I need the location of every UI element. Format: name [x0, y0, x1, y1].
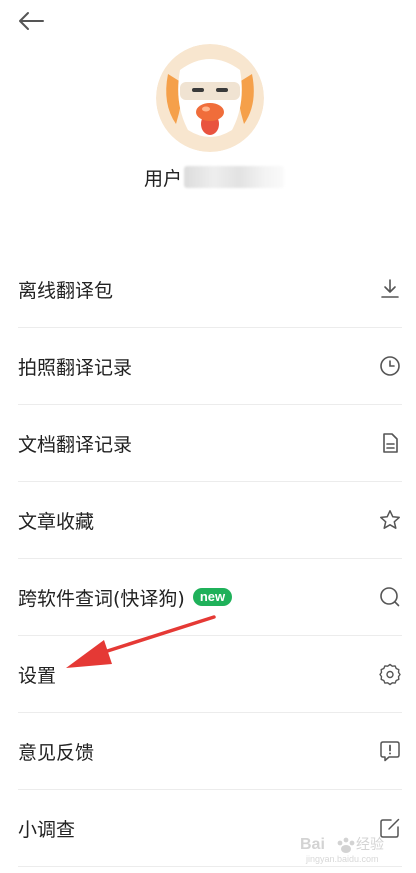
menu-item-label: 离线翻译包	[18, 279, 114, 302]
menu-item-settings[interactable]: 设置	[18, 636, 402, 713]
search-icon	[380, 587, 400, 607]
avatar[interactable]	[156, 44, 264, 152]
menu-list: 离线翻译包 拍照翻译记录 文档翻译记录 文章收藏 跨软件查词(快译狗) new	[0, 250, 416, 867]
menu-item-label: 拍照翻译记录	[18, 356, 133, 379]
username: 用户	[144, 167, 183, 190]
profile-section: 用户	[0, 40, 416, 200]
menu-item-label: 文档翻译记录	[18, 433, 133, 456]
menu-item-label: 文章收藏	[18, 510, 95, 533]
star-icon	[380, 510, 400, 529]
menu-item-survey[interactable]: 小调查	[18, 790, 402, 867]
edit-icon	[380, 818, 400, 838]
settings-icon	[379, 663, 401, 686]
download-icon	[381, 279, 399, 298]
document-icon	[383, 433, 398, 453]
menu-item-label: 意见反馈	[18, 741, 95, 764]
menu-item-label: 小调查	[18, 818, 76, 841]
menu-item-offline-packages[interactable]: 离线翻译包	[18, 250, 402, 328]
arrow-left-icon	[19, 12, 44, 30]
menu-item-article-favorites[interactable]: 文章收藏	[18, 482, 402, 559]
menu-item-label: 设置	[18, 664, 57, 687]
menu-item-feedback[interactable]: 意见反馈	[18, 713, 402, 790]
menu-item-photo-history[interactable]: 拍照翻译记录	[18, 328, 402, 405]
menu-item-label: 跨软件查词(快译狗)	[18, 587, 185, 610]
clock-icon	[380, 356, 400, 376]
feedback-icon	[380, 741, 400, 762]
menu-item-document-history[interactable]: 文档翻译记录	[18, 405, 402, 482]
username-row[interactable]: 用户	[144, 164, 285, 190]
new-badge: new	[192, 588, 233, 606]
username-redacted	[184, 166, 285, 188]
menu-item-cross-app-lookup[interactable]: 跨软件查词(快译狗) new	[18, 559, 402, 636]
dog-mascot-avatar-icon	[156, 44, 264, 152]
back-button[interactable]	[14, 6, 48, 36]
